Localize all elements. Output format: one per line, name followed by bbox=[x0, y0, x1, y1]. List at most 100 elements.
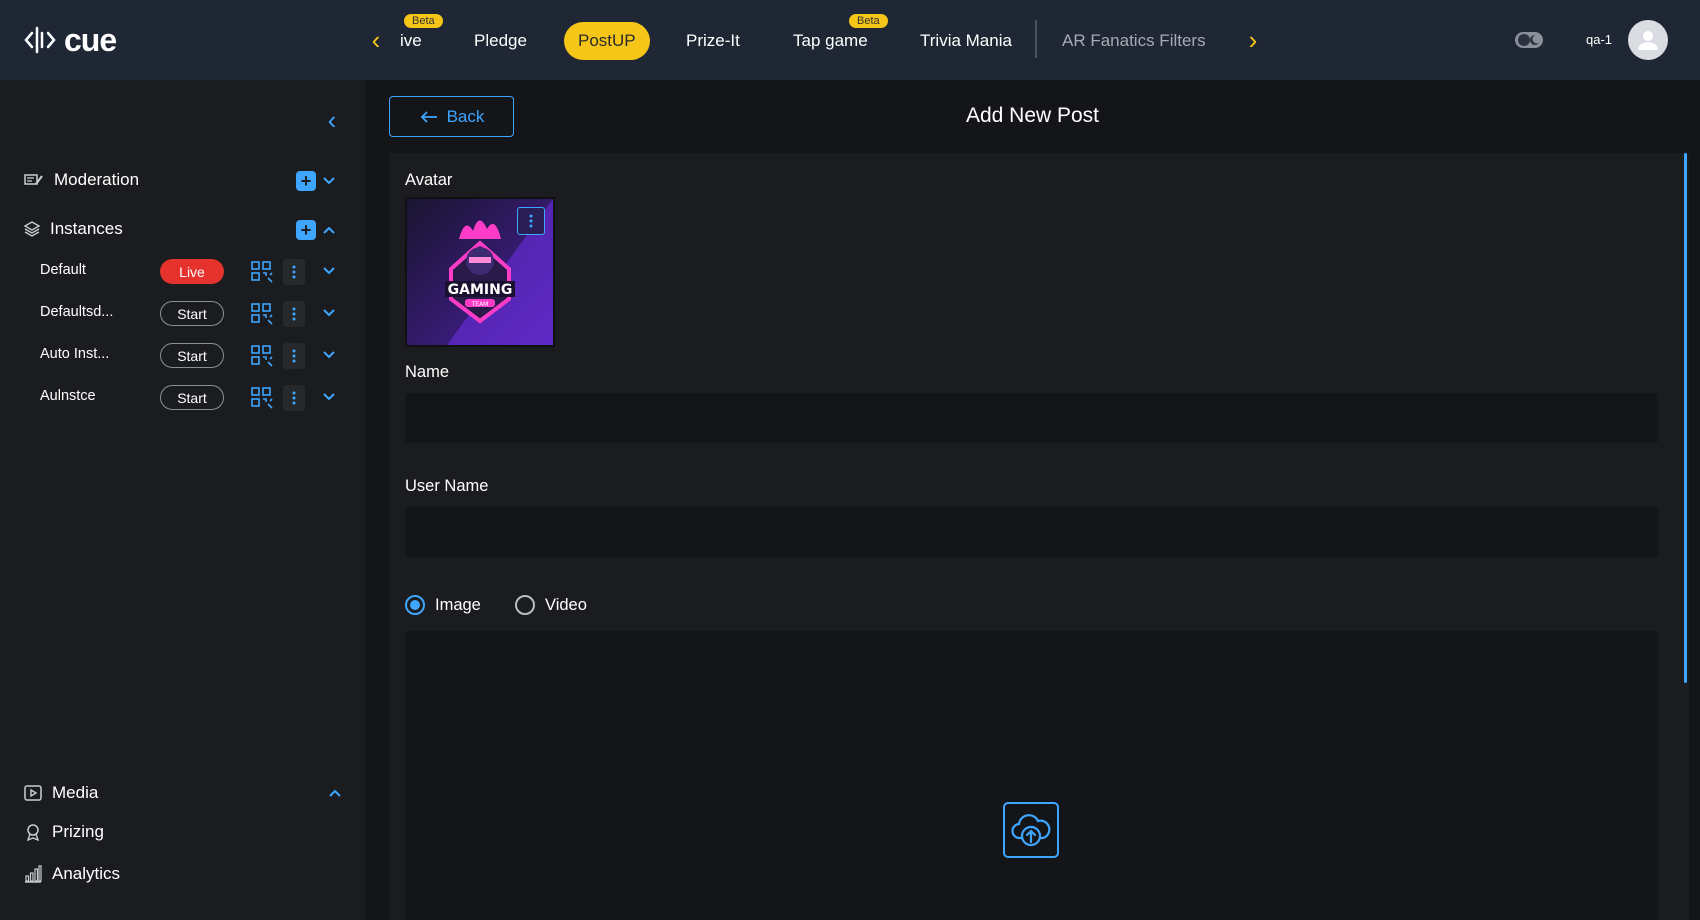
cue-logo[interactable]: cue bbox=[24, 20, 117, 60]
nav-item-label: Tap game bbox=[793, 31, 868, 50]
start-button[interactable]: Start bbox=[160, 385, 224, 410]
upload-button[interactable] bbox=[1003, 802, 1059, 858]
instance-row[interactable]: Defaultsd... Start bbox=[40, 298, 340, 328]
nav-item-ar-fanatics-filters[interactable]: AR Fanatics Filters bbox=[1062, 22, 1206, 60]
chevron-up-icon[interactable] bbox=[320, 221, 338, 239]
sidebar-item-label: Analytics bbox=[52, 864, 121, 883]
instance-menu-button[interactable] bbox=[283, 259, 305, 285]
chevron-down-icon[interactable] bbox=[320, 304, 338, 322]
chevron-down-icon[interactable] bbox=[320, 262, 338, 280]
radio-label: Video bbox=[545, 595, 587, 614]
sidebar-item-label: Moderation bbox=[54, 170, 140, 189]
user-icon bbox=[1638, 31, 1658, 50]
page-title: Add New Post bbox=[965, 104, 1100, 127]
sidebar-collapse-button[interactable]: ‹ bbox=[322, 105, 342, 135]
top-navigation-bar: cue ‹ Beta ive Pledge PostUP Prize-It Be… bbox=[0, 0, 1700, 80]
main-content: Add New Post Back Avatar GAMING TEAM Nam… bbox=[365, 80, 1700, 920]
chevron-down-icon[interactable] bbox=[320, 388, 338, 406]
sidebar-item-media[interactable]: Media bbox=[24, 780, 98, 806]
radio-checked-icon bbox=[405, 595, 425, 615]
instance-menu-button[interactable] bbox=[283, 343, 305, 369]
sidebar-item-label: Prizing bbox=[52, 822, 104, 841]
instance-name: Aulnstce bbox=[40, 388, 96, 404]
nav-item-label: Prize-It bbox=[686, 31, 740, 50]
radio-unchecked-icon bbox=[515, 595, 535, 615]
award-icon bbox=[26, 824, 40, 841]
user-avatar[interactable] bbox=[1628, 20, 1668, 60]
sidebar-item-analytics[interactable]: Analytics bbox=[24, 861, 120, 887]
back-button-label: Back bbox=[446, 106, 485, 126]
username-label: User Name bbox=[405, 477, 489, 495]
chevron-up-icon[interactable] bbox=[326, 784, 344, 802]
radio-label: Image bbox=[435, 595, 481, 614]
nav-item-pledge[interactable]: Pledge bbox=[474, 22, 527, 60]
back-button[interactable]: Back bbox=[389, 96, 514, 137]
user-name: qa-1 bbox=[1586, 32, 1613, 47]
nav-item-prize-it[interactable]: Prize-It bbox=[686, 22, 740, 60]
svg-text:TEAM: TEAM bbox=[471, 301, 489, 308]
sidebar-item-label: Instances bbox=[50, 219, 123, 238]
chevron-down-icon[interactable] bbox=[320, 346, 338, 364]
moderation-icon bbox=[24, 174, 43, 185]
sidebar-item-moderation[interactable]: Moderation bbox=[24, 167, 139, 193]
add-post-form: Avatar GAMING TEAM Name User Name Image … bbox=[389, 153, 1689, 920]
avatar-image[interactable]: GAMING TEAM bbox=[405, 197, 555, 347]
chevron-down-icon[interactable] bbox=[320, 172, 338, 190]
nav-item-label: PostUP bbox=[578, 31, 636, 50]
nav-item-label: Trivia Mania bbox=[920, 31, 1012, 50]
svg-text:GAMING: GAMING bbox=[448, 282, 513, 298]
media-upload-dropzone[interactable] bbox=[405, 631, 1658, 920]
nav-next-arrow[interactable]: › bbox=[1241, 25, 1265, 55]
more-vertical-icon bbox=[292, 349, 296, 363]
more-vertical-icon bbox=[292, 265, 296, 279]
layers-icon bbox=[24, 221, 40, 237]
nav-item-postup[interactable]: PostUP bbox=[564, 22, 650, 60]
nav-item-tap-game[interactable]: Beta Tap game bbox=[793, 14, 888, 60]
arrow-left-icon bbox=[420, 110, 437, 123]
cloud-upload-icon bbox=[1011, 814, 1051, 847]
nav-item-label: AR Fanatics Filters bbox=[1062, 31, 1206, 50]
nav-item-label: Pledge bbox=[474, 31, 527, 50]
sidebar-item-label: Media bbox=[52, 783, 99, 802]
form-scrollbar[interactable] bbox=[1683, 153, 1689, 920]
username-input[interactable] bbox=[405, 507, 1658, 557]
instance-menu-button[interactable] bbox=[283, 385, 305, 411]
sidebar: ‹ Moderation + Instances + Default Live bbox=[0, 80, 365, 920]
scrollbar-thumb[interactable] bbox=[1684, 153, 1687, 683]
sidebar-item-instances[interactable]: Instances bbox=[24, 216, 123, 242]
media-type-video-radio[interactable]: Video bbox=[515, 592, 587, 618]
instance-name: Default bbox=[40, 262, 86, 278]
qr-code-icon[interactable] bbox=[250, 386, 274, 410]
sidebar-item-prizing[interactable]: Prizing bbox=[24, 819, 104, 845]
instance-row[interactable]: Aulnstce Start bbox=[40, 382, 340, 412]
cue-logo-icon bbox=[24, 26, 56, 54]
live-badge[interactable]: Live bbox=[160, 259, 224, 284]
instance-row[interactable]: Default Live bbox=[40, 256, 340, 286]
more-vertical-icon bbox=[292, 391, 296, 405]
nav-divider bbox=[1035, 20, 1037, 58]
qr-code-icon[interactable] bbox=[250, 260, 274, 284]
start-button[interactable]: Start bbox=[160, 343, 224, 368]
bar-chart-icon bbox=[25, 865, 42, 883]
more-vertical-icon bbox=[529, 214, 533, 228]
media-type-image-radio[interactable]: Image bbox=[405, 592, 481, 618]
nav-item-live[interactable]: Beta ive bbox=[400, 14, 443, 60]
qr-code-icon[interactable] bbox=[250, 302, 274, 326]
add-moderation-button[interactable]: + bbox=[296, 171, 316, 191]
more-vertical-icon bbox=[292, 307, 296, 321]
media-icon bbox=[24, 785, 42, 801]
theme-toggle-icon[interactable] bbox=[1514, 28, 1544, 52]
add-instance-button[interactable]: + bbox=[296, 220, 316, 240]
nav-prev-arrow[interactable]: ‹ bbox=[364, 25, 388, 55]
name-input[interactable] bbox=[405, 393, 1658, 443]
qr-code-icon[interactable] bbox=[250, 344, 274, 368]
instance-menu-button[interactable] bbox=[283, 301, 305, 327]
beta-badge: Beta bbox=[404, 14, 443, 28]
avatar-options-button[interactable] bbox=[517, 207, 545, 235]
start-button[interactable]: Start bbox=[160, 301, 224, 326]
logo-text: cue bbox=[64, 21, 117, 58]
name-label: Name bbox=[405, 363, 450, 381]
avatar-label: Avatar bbox=[405, 171, 453, 189]
nav-item-trivia-mania[interactable]: Trivia Mania bbox=[920, 22, 1012, 60]
instance-row[interactable]: Auto Inst... Start bbox=[40, 340, 340, 370]
